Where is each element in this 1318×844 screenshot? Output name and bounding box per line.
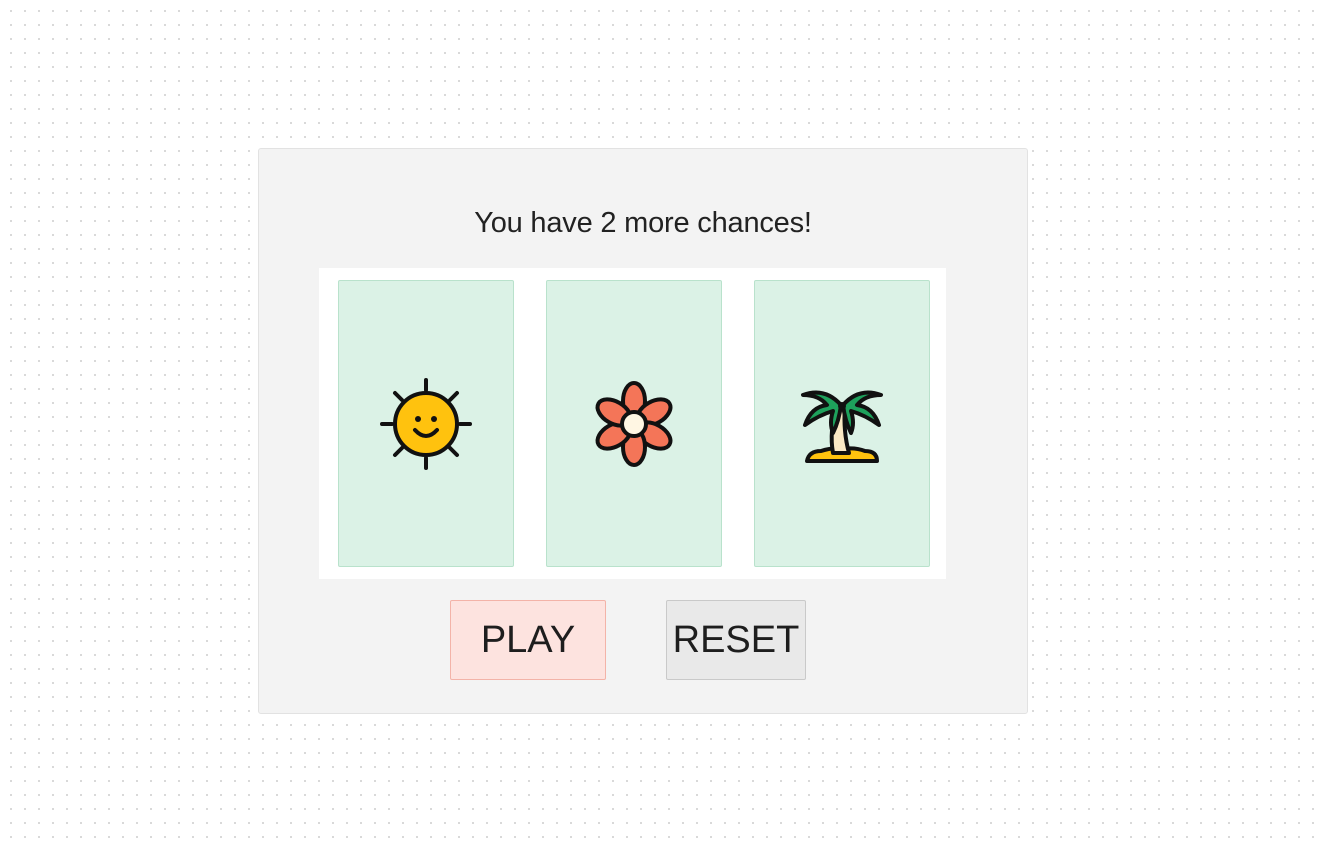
chances-status-text: You have 2 more chances! bbox=[474, 207, 812, 239]
play-button[interactable]: PLAY bbox=[450, 600, 606, 680]
palm-tree-icon bbox=[801, 390, 883, 463]
reels-window bbox=[319, 268, 946, 579]
flower-icon bbox=[595, 380, 673, 467]
reel-1 bbox=[338, 280, 514, 567]
slot-machine-panel: You have 2 more chances! PLAY RESET bbox=[258, 148, 1028, 714]
reel-3 bbox=[754, 280, 930, 567]
reel-2 bbox=[546, 280, 722, 567]
sun-icon bbox=[380, 377, 472, 470]
reset-button[interactable]: RESET bbox=[666, 600, 806, 680]
